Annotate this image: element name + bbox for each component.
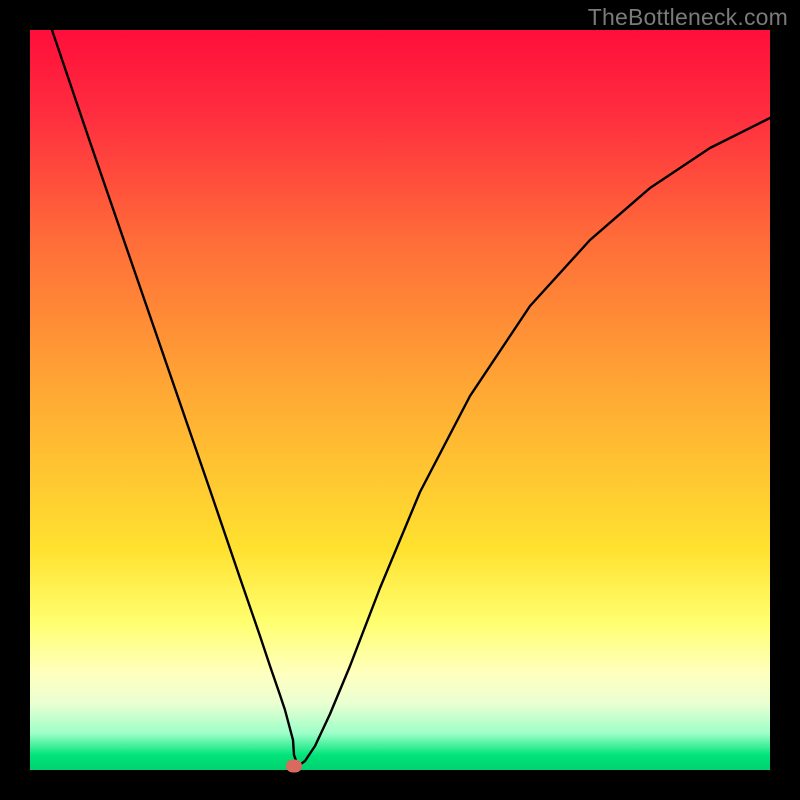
optimal-point-marker [286,760,302,773]
bottleneck-curve [52,30,770,766]
watermark-text: TheBottleneck.com [588,4,788,31]
frame: TheBottleneck.com [0,0,800,800]
plot-area [30,30,770,770]
curve-svg [30,30,770,770]
